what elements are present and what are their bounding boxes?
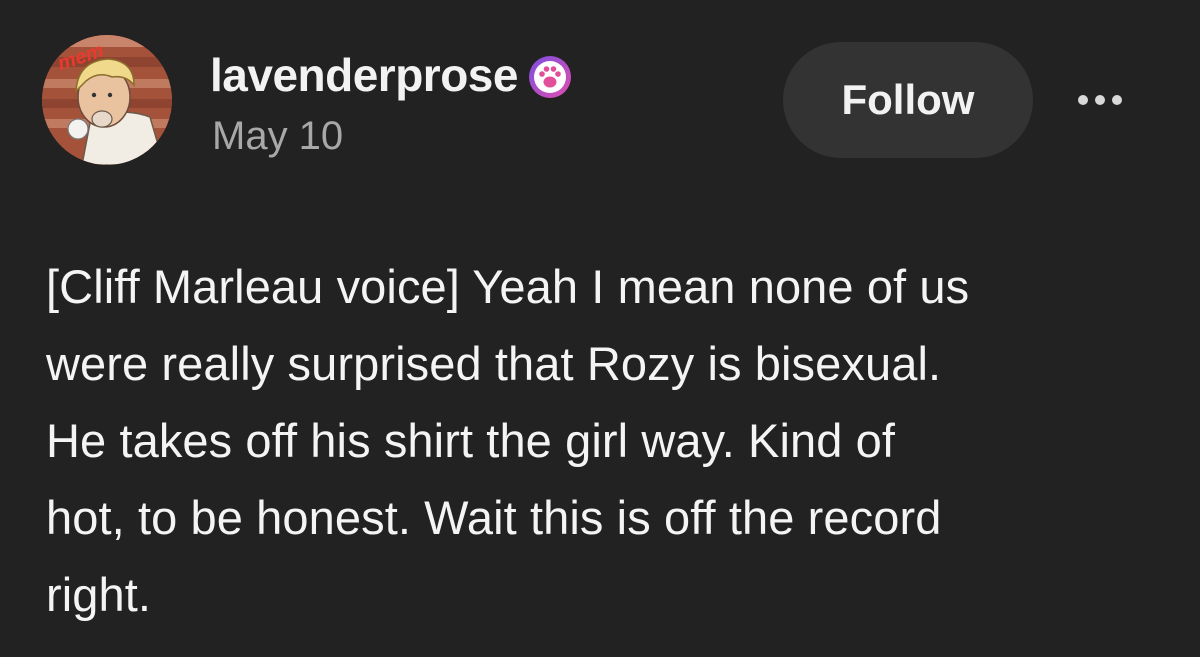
post-body: [Cliff Marleau voice] Yeah I mean none o…: [46, 248, 1176, 633]
more-horizontal-icon: [1095, 95, 1105, 105]
post-body-line: right.: [46, 568, 152, 621]
avatar[interactable]: mem: [42, 35, 172, 165]
follow-button[interactable]: Follow: [783, 42, 1033, 158]
post-date[interactable]: May 10: [212, 112, 343, 160]
username-link[interactable]: lavenderprose: [210, 50, 518, 100]
post-body-line: [Cliff Marleau voice] Yeah I mean none o…: [46, 260, 970, 313]
post-card: mem lavenderprose May 10 Follow [Cliff M…: [0, 0, 1200, 657]
post-header: mem lavenderprose May 10 Follow: [0, 0, 1200, 200]
post-body-line: were really surprised that Rozy is bisex…: [46, 337, 942, 390]
paw-print-icon[interactable]: [528, 55, 572, 99]
author-row: lavenderprose: [210, 50, 572, 100]
more-options-button[interactable]: [1060, 80, 1140, 120]
post-body-line: hot, to be honest. Wait this is off the …: [46, 491, 942, 544]
post-body-line: He takes off his shirt the girl way. Kin…: [46, 414, 896, 467]
more-horizontal-icon: [1112, 95, 1122, 105]
avatar-image: mem: [42, 35, 172, 165]
more-horizontal-icon: [1078, 95, 1088, 105]
